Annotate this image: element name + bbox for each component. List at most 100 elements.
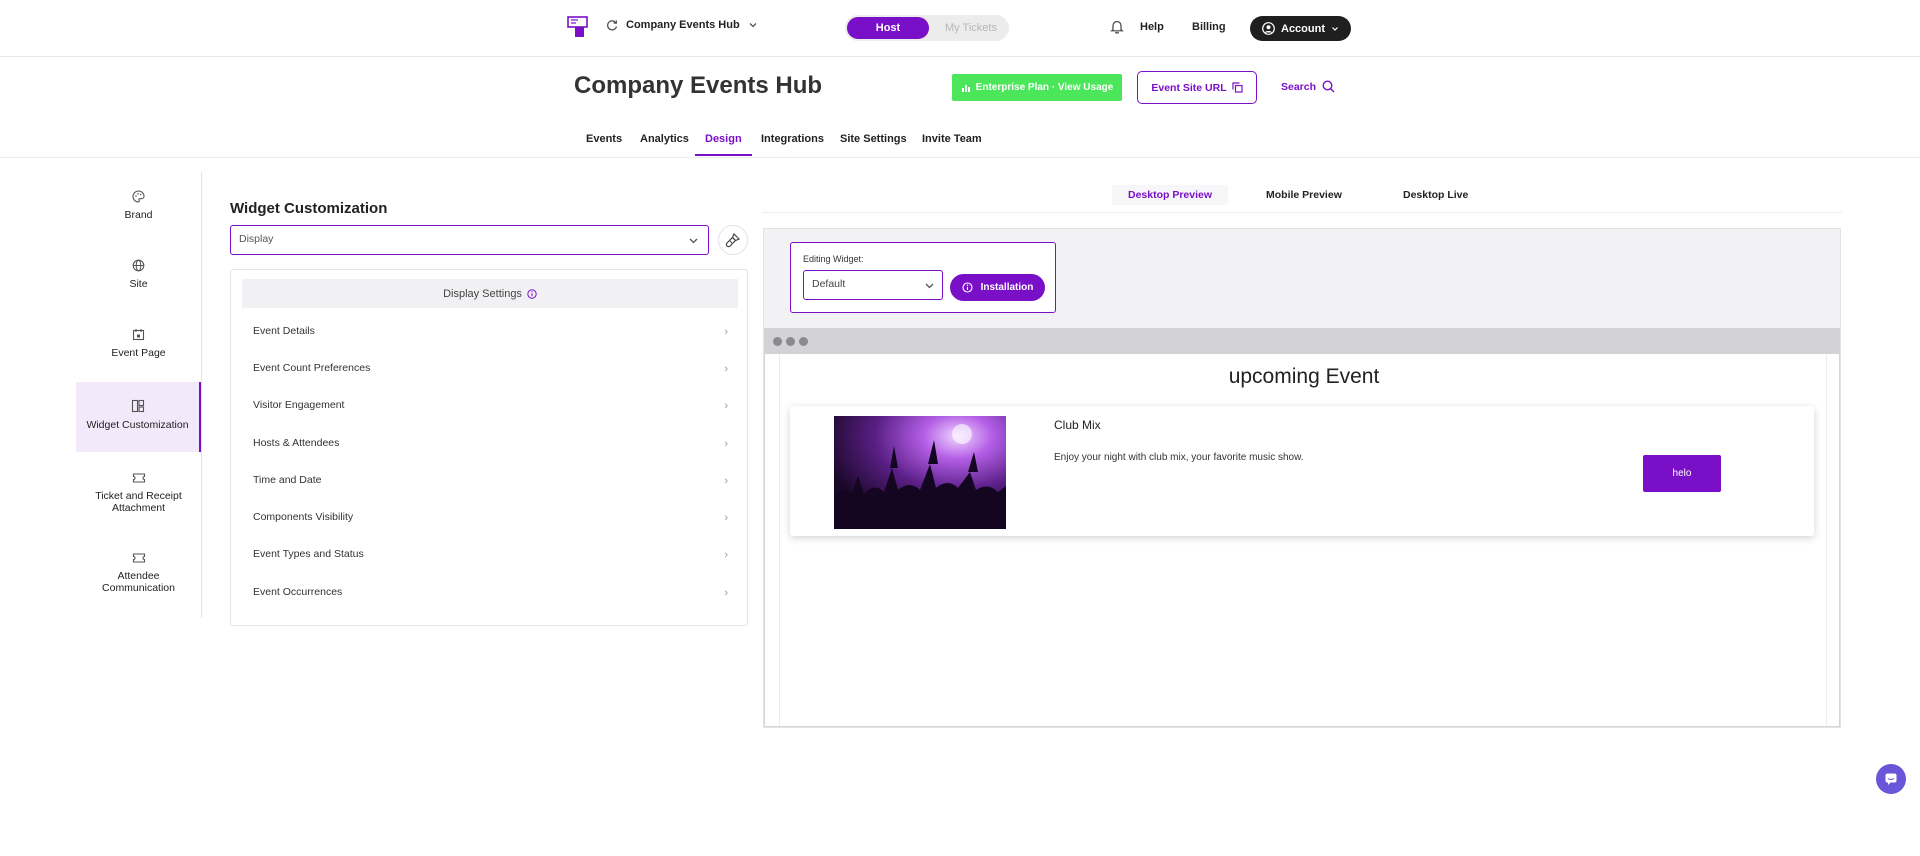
- event-site-url-label: Event Site URL: [1151, 81, 1227, 94]
- tab-events[interactable]: Events: [586, 133, 622, 154]
- widget-select-value: Default: [812, 278, 846, 290]
- setting-event-occurrences[interactable]: Event Occurrences ›: [253, 586, 728, 599]
- chevron-right-icon: ›: [724, 363, 728, 375]
- widget-heading: upcoming Event: [1228, 365, 1380, 388]
- window-dot-icon: [773, 337, 782, 346]
- chevron-right-icon: ›: [724, 587, 728, 599]
- widget-select[interactable]: Default: [803, 270, 943, 300]
- tab-site-settings[interactable]: Site Settings: [840, 133, 907, 154]
- tab-integrations[interactable]: Integrations: [761, 133, 824, 154]
- setting-label: Time and Date: [253, 474, 322, 486]
- setting-label: Hosts & Attendees: [253, 437, 340, 449]
- display-settings-title: Display Settings: [443, 287, 522, 300]
- page-title: Company Events Hub: [574, 72, 823, 99]
- layout-icon: [131, 399, 144, 413]
- info-icon[interactable]: [527, 288, 537, 299]
- sidebar-item-label: Attendee Communication: [102, 570, 175, 594]
- chat-icon: [1885, 773, 1897, 785]
- chevron-down-icon: [749, 23, 757, 28]
- sidebar-item-brand[interactable]: Brand: [76, 190, 201, 221]
- tab-design[interactable]: Design: [695, 133, 752, 156]
- browser-title-bar: [765, 329, 1839, 354]
- sidebar-item-event-page[interactable]: Event Page: [76, 328, 201, 359]
- setting-label: Event Count Preferences: [253, 362, 371, 374]
- account-label: Account: [1281, 22, 1325, 35]
- display-settings-header: Display Settings: [242, 279, 738, 308]
- paint-brush-button[interactable]: [718, 225, 748, 255]
- enterprise-plan-button[interactable]: Enterprise Plan · View Usage: [952, 74, 1122, 101]
- editing-widget-box: Editing Widget: Default Installation: [790, 242, 1056, 313]
- installation-button[interactable]: Installation: [950, 274, 1045, 301]
- role-toggle: Host My Tickets: [845, 15, 1009, 41]
- help-link[interactable]: Help: [1140, 21, 1164, 33]
- search-button[interactable]: Search: [1281, 80, 1335, 93]
- tab-mobile-preview[interactable]: Mobile Preview: [1266, 189, 1342, 201]
- enterprise-plan-label: Enterprise Plan · View Usage: [975, 82, 1114, 93]
- setting-event-types-status[interactable]: Event Types and Status ›: [253, 548, 728, 561]
- search-label: Search: [1281, 80, 1317, 93]
- info-icon: [962, 282, 973, 293]
- widget-customization-title: Widget Customization: [230, 200, 388, 217]
- paint-brush-icon: [725, 232, 741, 248]
- sidebar-item-attendee-communication[interactable]: Attendee Communication: [76, 552, 201, 594]
- sidebar-item-label: Widget Customization: [86, 419, 189, 431]
- display-select[interactable]: Display: [230, 225, 709, 255]
- event-card[interactable]: Club Mix Enjoy your night with club mix,…: [790, 406, 1814, 536]
- tab-invite-team[interactable]: Invite Team: [922, 133, 982, 154]
- sidebar-item-widget-customization[interactable]: Widget Customization: [76, 382, 201, 452]
- bar-chart-icon: [961, 84, 970, 92]
- app-logo-icon[interactable]: [567, 16, 591, 38]
- chevron-right-icon: ›: [724, 400, 728, 412]
- event-site-url-button[interactable]: Event Site URL: [1137, 71, 1257, 104]
- event-action-button[interactable]: helo: [1643, 455, 1721, 492]
- host-toggle-button[interactable]: Host: [847, 17, 929, 39]
- chevron-right-icon: ›: [724, 438, 728, 450]
- setting-event-details[interactable]: Event Details ›: [253, 325, 728, 338]
- setting-components-visibility[interactable]: Components Visibility ›: [253, 511, 728, 524]
- event-title: Club Mix: [1054, 418, 1101, 432]
- tab-desktop-preview[interactable]: Desktop Preview: [1112, 185, 1229, 205]
- chevron-down-icon: [1332, 26, 1338, 31]
- setting-label: Visitor Engagement: [253, 399, 345, 411]
- chat-launcher-button[interactable]: [1876, 764, 1906, 794]
- tab-analytics[interactable]: Analytics: [640, 133, 689, 154]
- window-dot-icon: [799, 337, 808, 346]
- design-sidebar: Brand Site Event Page Widget Customizati…: [76, 172, 202, 618]
- chevron-right-icon: ›: [724, 326, 728, 338]
- window-dot-icon: [786, 337, 795, 346]
- widget-preview-area: Editing Widget: Default Installation upc…: [763, 228, 1841, 728]
- user-circle-icon: [1262, 22, 1275, 35]
- setting-time-and-date[interactable]: Time and Date ›: [253, 474, 728, 487]
- hub-switcher[interactable]: Company Events Hub: [606, 19, 758, 31]
- ticket-icon: [132, 473, 145, 483]
- widget-render: upcoming Event Club Mix Enjoy your night…: [779, 354, 1827, 726]
- chevron-right-icon: ›: [724, 512, 728, 524]
- top-bar: Company Events Hub Host My Tickets Help …: [0, 0, 1920, 57]
- installation-label: Installation: [980, 282, 1034, 293]
- browser-mockup: upcoming Event Club Mix Enjoy your night…: [764, 328, 1840, 727]
- setting-label: Event Details: [253, 325, 315, 337]
- my-tickets-toggle-button[interactable]: My Tickets: [935, 17, 1007, 39]
- setting-event-count-preferences[interactable]: Event Count Preferences ›: [253, 362, 728, 375]
- setting-hosts-attendees[interactable]: Hosts & Attendees ›: [253, 437, 728, 450]
- chevron-down-icon: [925, 283, 934, 289]
- copy-icon: [1232, 82, 1243, 93]
- account-button[interactable]: Account: [1250, 16, 1351, 41]
- sidebar-item-site[interactable]: Site: [76, 259, 201, 290]
- setting-label: Event Occurrences: [253, 586, 343, 598]
- chevron-right-icon: ›: [724, 475, 728, 487]
- notification-bell-icon[interactable]: [1110, 19, 1124, 39]
- hub-name: Company Events Hub: [626, 19, 740, 31]
- setting-visitor-engagement[interactable]: Visitor Engagement ›: [253, 399, 728, 412]
- editing-widget-label: Editing Widget:: [803, 254, 864, 264]
- globe-icon: [132, 259, 145, 272]
- setting-label: Components Visibility: [253, 511, 354, 523]
- sidebar-item-ticket-receipt[interactable]: Ticket and Receipt Attachment: [76, 472, 201, 514]
- main-nav-tabs: Events Analytics Design Integrations Sit…: [0, 128, 1920, 158]
- billing-link[interactable]: Billing: [1192, 21, 1226, 33]
- calendar-icon: [132, 329, 145, 341]
- sidebar-item-label: Site: [129, 278, 148, 290]
- chevron-down-icon: [689, 238, 698, 244]
- sidebar-item-label: Brand: [124, 209, 153, 221]
- tab-desktop-live[interactable]: Desktop Live: [1403, 189, 1468, 201]
